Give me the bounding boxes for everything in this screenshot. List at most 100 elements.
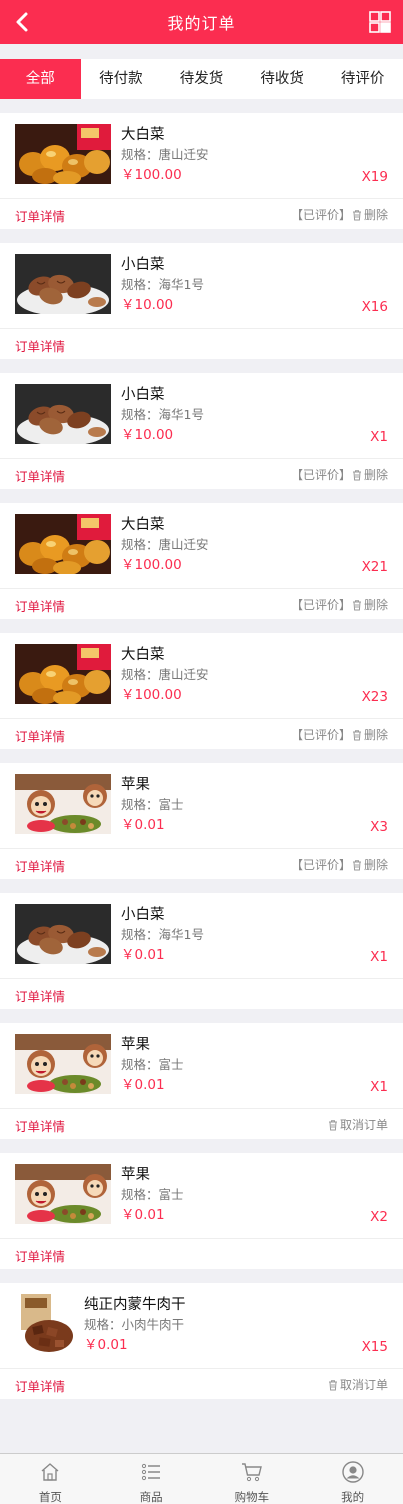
product-spec: 规格：富士	[121, 797, 184, 812]
delete-button-label: 删除	[363, 728, 388, 742]
order-detail-link[interactable]: 订单详情	[15, 596, 65, 615]
product-name[interactable]: 大白菜	[121, 125, 209, 145]
list-icon	[140, 1461, 162, 1487]
product-spec: 规格：海华1号	[121, 407, 204, 422]
delete-button[interactable]: 删除	[351, 726, 388, 743]
reviewed-status-label: 【已评价】	[290, 208, 351, 222]
tabbar-item-2[interactable]: 购物车	[202, 1454, 303, 1504]
order-detail-link[interactable]: 订单详情	[15, 1116, 65, 1135]
product-name[interactable]: 纯正内蒙牛肉干	[84, 1295, 186, 1315]
trash-icon	[352, 729, 361, 740]
delete-button-label: 删除	[363, 858, 388, 872]
product-image[interactable]	[15, 644, 111, 704]
order-detail-link[interactable]: 订单详情	[15, 206, 65, 225]
order-list: 大白菜 规格：唐山迁安 ￥100.00 X19 订单详情 【已评价】 删除 小白菜 规格：海华1…	[0, 113, 403, 1413]
order-detail-link[interactable]: 订单详情	[15, 1246, 65, 1265]
tabbar-item-3[interactable]: 我的	[302, 1454, 403, 1504]
delete-button-label: 删除	[363, 208, 388, 222]
home-icon	[39, 1461, 61, 1487]
order-detail-link[interactable]: 订单详情	[15, 856, 65, 875]
reviewed-status: 【已评价】	[291, 206, 351, 223]
product-info: 小白菜 规格：海华1号 ￥10.00	[121, 385, 204, 445]
product-image[interactable]	[15, 904, 111, 964]
order-detail-link[interactable]: 订单详情	[15, 1376, 65, 1395]
product-spec: 规格：小肉牛肉干	[84, 1317, 185, 1332]
product-name[interactable]: 小白菜	[121, 385, 204, 405]
product-image[interactable]	[15, 384, 111, 444]
card-divider	[0, 848, 403, 849]
grid-menu-icon[interactable]	[369, 11, 391, 33]
order-card: 小白菜 规格：海华1号 ￥10.00 X1 订单详情 【已评价】 删除	[0, 373, 403, 489]
delete-button-label: 删除	[363, 468, 388, 482]
product-spec: 规格：海华1号	[121, 277, 204, 292]
order-card: 纯正内蒙牛肉干 规格：小肉牛肉干 ￥0.01 X15 订单详情 取消订单	[0, 1283, 403, 1399]
cancel-order-button[interactable]: 取消订单	[327, 1116, 388, 1133]
tab-1[interactable]: 待付款	[81, 59, 162, 99]
delete-button[interactable]: 删除	[351, 856, 388, 873]
tabbar-item-0[interactable]: 首页	[0, 1454, 101, 1504]
card-divider	[0, 328, 403, 329]
reviewed-status: 【已评价】	[291, 856, 351, 873]
bottom-tab-bar: 首页 商品 购物车 我的	[0, 1453, 403, 1504]
product-image[interactable]	[15, 774, 111, 834]
product-price: ￥0.01	[121, 1207, 165, 1223]
product-name[interactable]: 苹果	[121, 1165, 184, 1185]
product-name[interactable]: 大白菜	[121, 645, 209, 665]
order-actions: 【已评价】 删除	[291, 206, 388, 223]
product-info: 苹果 规格：富士 ￥0.01	[121, 1035, 184, 1095]
product-name[interactable]: 大白菜	[121, 515, 209, 535]
product-image[interactable]	[15, 1034, 111, 1094]
order-detail-link[interactable]: 订单详情	[15, 726, 65, 745]
reviewed-status-label: 【已评价】	[290, 728, 351, 742]
order-card: 苹果 规格：富士 ￥0.01 X1 订单详情 取消订单	[0, 1023, 403, 1139]
product-image[interactable]	[15, 124, 111, 184]
order-detail-link[interactable]: 订单详情	[15, 336, 65, 355]
card-divider	[0, 1368, 403, 1369]
order-detail-link[interactable]: 订单详情	[15, 986, 65, 1005]
product-info: 小白菜 规格：海华1号 ￥10.00	[121, 255, 204, 315]
product-image[interactable]	[15, 1164, 111, 1224]
product-spec: 规格：唐山迁安	[121, 537, 209, 552]
product-image[interactable]	[15, 514, 111, 574]
tabbar-label: 我的	[341, 1490, 365, 1504]
reviewed-status-label: 【已评价】	[290, 858, 351, 872]
product-name[interactable]: 小白菜	[121, 255, 204, 275]
product-name[interactable]: 苹果	[121, 775, 184, 795]
tab-0[interactable]: 全部	[0, 59, 81, 99]
product-info: 大白菜 规格：唐山迁安 ￥100.00	[121, 645, 209, 705]
order-actions: 【已评价】 删除	[291, 596, 388, 613]
product-name[interactable]: 小白菜	[121, 905, 204, 925]
tabbar-item-1[interactable]: 商品	[101, 1454, 202, 1504]
delete-button[interactable]: 删除	[351, 466, 388, 483]
cancel-order-button[interactable]: 取消订单	[327, 1376, 388, 1393]
product-quantity: X23	[361, 689, 388, 705]
product-name[interactable]: 苹果	[121, 1035, 184, 1055]
product-quantity: X3	[370, 819, 388, 835]
cancel-order-button-label: 取消订单	[339, 1378, 388, 1392]
tab-3[interactable]: 待收货	[242, 59, 323, 99]
order-actions: 【已评价】 删除	[291, 726, 388, 743]
delete-button[interactable]: 删除	[351, 206, 388, 223]
delete-button[interactable]: 删除	[351, 596, 388, 613]
product-info: 小白菜 规格：海华1号 ￥0.01	[121, 905, 204, 965]
product-quantity: X15	[361, 1339, 388, 1355]
tab-4[interactable]: 待评价	[322, 59, 403, 99]
product-info: 大白菜 规格：唐山迁安 ￥100.00	[121, 125, 209, 185]
order-detail-link[interactable]: 订单详情	[15, 466, 65, 485]
product-quantity: X16	[361, 299, 388, 315]
card-divider	[0, 458, 403, 459]
product-spec: 规格：唐山迁安	[121, 667, 209, 682]
product-spec: 规格：富士	[121, 1187, 184, 1202]
order-actions: 【已评价】 删除	[291, 466, 388, 483]
card-divider	[0, 588, 403, 589]
order-status-tabs: 全部 待付款 待发货 待收货 待评价	[0, 59, 403, 99]
product-info: 苹果 规格：富士 ￥0.01	[121, 775, 184, 835]
card-divider	[0, 978, 403, 979]
product-image[interactable]	[15, 254, 111, 314]
product-info: 大白菜 规格：唐山迁安 ￥100.00	[121, 515, 209, 575]
tab-2[interactable]: 待发货	[161, 59, 242, 99]
back-arrow-icon[interactable]	[12, 10, 34, 34]
reviewed-status-label: 【已评价】	[290, 598, 351, 612]
page-title: 我的订单	[167, 14, 236, 33]
product-image[interactable]	[15, 1292, 75, 1354]
